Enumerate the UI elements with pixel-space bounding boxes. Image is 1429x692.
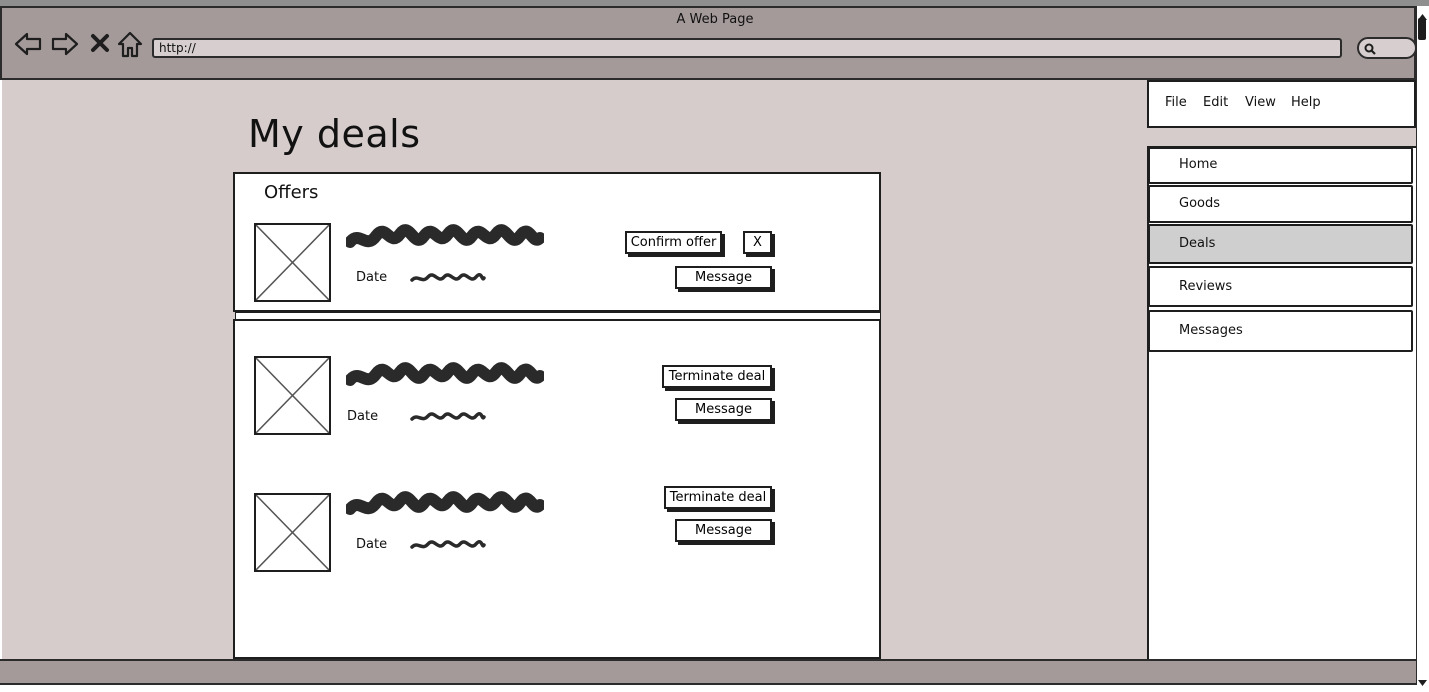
deal-title-scribble bbox=[344, 362, 546, 392]
sidebar-item-reviews[interactable]: Reviews bbox=[1148, 266, 1413, 307]
menu-bar bbox=[1147, 80, 1416, 128]
deal-date-scribble bbox=[410, 537, 486, 553]
page-title: My deals bbox=[248, 112, 421, 156]
deal-image-placeholder bbox=[254, 493, 331, 572]
offer-message-button[interactable]: Message bbox=[675, 266, 772, 289]
confirm-offer-button[interactable]: Confirm offer bbox=[625, 231, 722, 254]
reject-offer-button[interactable]: X bbox=[743, 231, 772, 254]
vertical-scrollbar[interactable] bbox=[1416, 6, 1429, 685]
scroll-up-icon[interactable] bbox=[1417, 7, 1428, 20]
deal-image-placeholder bbox=[254, 356, 331, 435]
offer-date-scribble bbox=[410, 270, 486, 286]
forward-arrow-icon[interactable] bbox=[51, 30, 79, 58]
sidebar-item-home[interactable]: Home bbox=[1148, 147, 1413, 184]
sidebar-item-deals[interactable]: Deals bbox=[1148, 224, 1413, 264]
url-input[interactable]: http:// bbox=[152, 38, 1342, 58]
terminate-deal-button[interactable]: Terminate deal bbox=[662, 365, 772, 388]
back-arrow-icon[interactable] bbox=[14, 30, 42, 58]
stop-x-icon[interactable] bbox=[88, 30, 116, 58]
scroll-down-icon[interactable] bbox=[1417, 673, 1428, 686]
home-icon[interactable] bbox=[116, 30, 144, 58]
sidebar-item-messages[interactable]: Messages bbox=[1148, 310, 1413, 352]
deal-message-button[interactable]: Message bbox=[675, 519, 772, 542]
window-title: A Web Page bbox=[676, 12, 754, 27]
menu-file[interactable]: File bbox=[1165, 95, 1187, 110]
terminate-deal-button[interactable]: Terminate deal bbox=[664, 486, 772, 509]
offer-date-label: Date bbox=[356, 270, 388, 285]
offer-image-placeholder bbox=[254, 223, 331, 302]
scrollbar-thumb[interactable] bbox=[1418, 18, 1426, 40]
menu-edit[interactable]: Edit bbox=[1203, 95, 1228, 110]
menu-help[interactable]: Help bbox=[1291, 95, 1321, 110]
offers-heading: Offers bbox=[264, 182, 319, 203]
deal-title-scribble bbox=[344, 491, 546, 521]
magnifier-icon bbox=[1363, 41, 1377, 60]
offer-title-scribble bbox=[344, 224, 546, 254]
deal-date-label: Date bbox=[347, 409, 379, 424]
status-bar bbox=[0, 659, 1416, 685]
menu-view[interactable]: View bbox=[1245, 95, 1276, 110]
deal-message-button[interactable]: Message bbox=[675, 398, 772, 421]
search-field[interactable] bbox=[1357, 37, 1417, 59]
sidebar-item-goods[interactable]: Goods bbox=[1148, 185, 1413, 223]
deal-date-label: Date bbox=[356, 537, 388, 552]
deal-date-scribble bbox=[410, 409, 486, 425]
